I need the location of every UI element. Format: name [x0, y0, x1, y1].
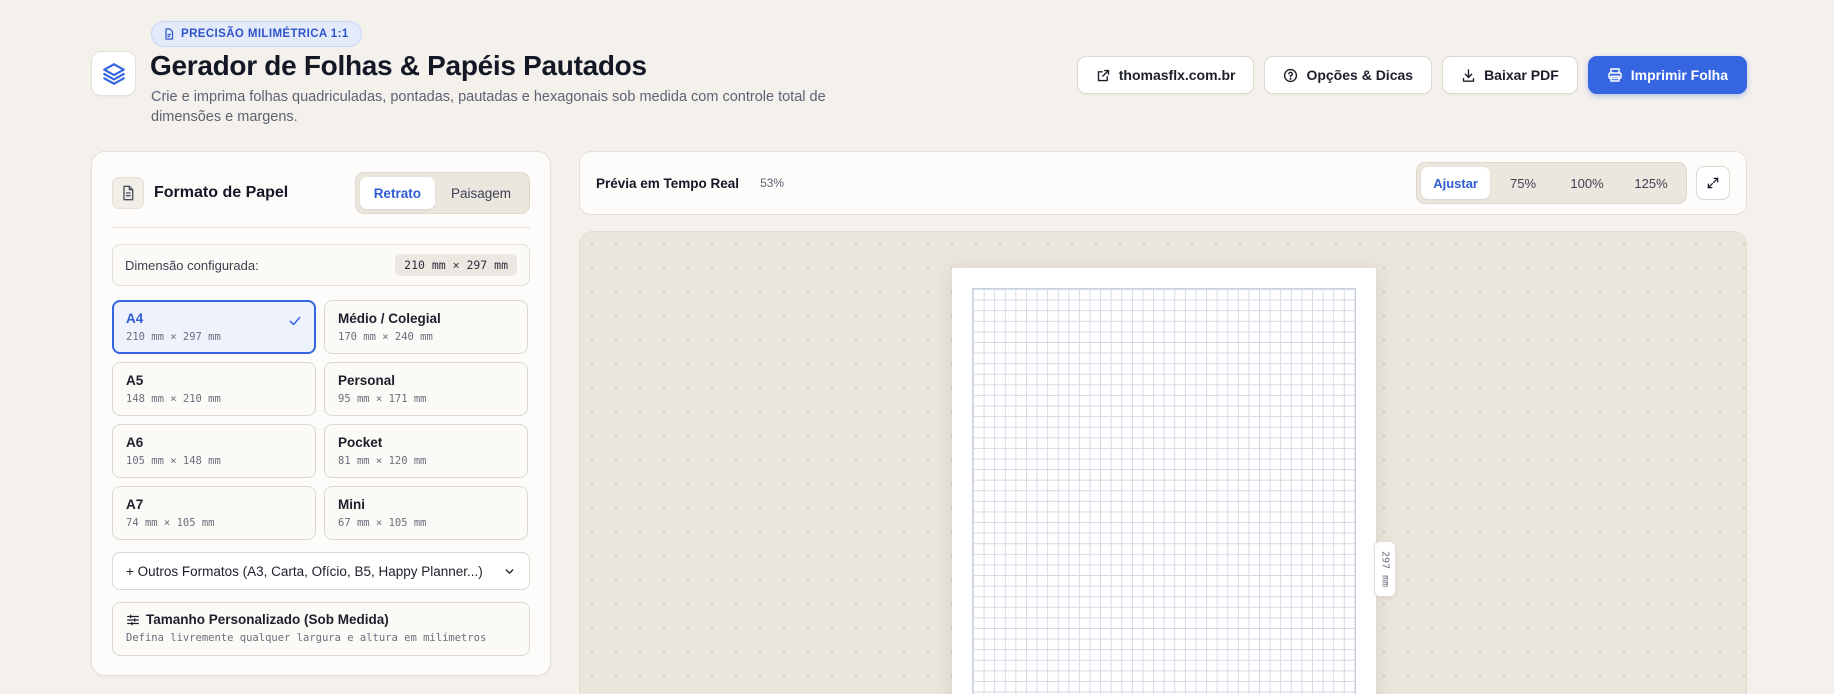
grid-pattern — [972, 288, 1356, 694]
landscape-button[interactable]: Paisagem — [437, 177, 525, 209]
panel-title: Formato de Papel — [154, 184, 289, 201]
document-icon-box — [112, 177, 144, 209]
precision-badge: PRECISÃO MILIMÉTRICA 1:1 — [151, 21, 362, 47]
custom-size-title: Tamanho Personalizado (Sob Medida) — [146, 612, 389, 627]
format-dims: 105 mm × 148 mm — [126, 455, 221, 467]
preview-toolbar: Prévia em Tempo Real 53% Ajustar 75% 100… — [579, 151, 1747, 215]
header-actions: thomasflx.com.br Opções & Dicas Baixar P… — [1076, 56, 1747, 94]
badge-label: PRECISÃO MILIMÉTRICA 1:1 — [181, 28, 349, 40]
more-formats-label: + Outros Formatos (A3, Carta, Ofício, B5… — [126, 563, 483, 579]
format-name: A7 — [126, 497, 144, 512]
preview-title: Prévia em Tempo Real — [596, 175, 740, 191]
chevron-down-icon — [505, 568, 514, 574]
external-link-icon — [1097, 69, 1109, 81]
tips-button[interactable]: Opções & Dicas — [1264, 56, 1433, 94]
panel-header: Formato de Papel Retrato Paisagem — [112, 172, 530, 214]
format-dims: 74 mm × 105 mm — [126, 517, 215, 529]
format-dims: 210 mm × 297 mm — [126, 331, 221, 343]
format-card-a6[interactable]: A6 105 mm × 148 mm — [112, 424, 316, 478]
format-dims: 81 mm × 120 mm — [338, 455, 427, 467]
sliders-icon — [127, 614, 139, 625]
more-formats-select[interactable]: + Outros Formatos (A3, Carta, Ofício, B5… — [112, 552, 530, 590]
format-name: Pocket — [338, 435, 383, 450]
file-icon — [165, 28, 174, 40]
custom-size-option[interactable]: Tamanho Personalizado (Sob Medida) Defin… — [112, 602, 530, 656]
format-card-personal[interactable]: Personal 95 mm × 171 mm — [324, 362, 528, 416]
preview-canvas: 297 mm — [579, 231, 1747, 694]
help-circle-icon — [1284, 68, 1298, 82]
format-card-a7[interactable]: A7 74 mm × 105 mm — [112, 486, 316, 540]
portrait-button[interactable]: Retrato — [359, 177, 435, 209]
page-title: Gerador de Folhas & Papéis Pautados — [150, 50, 647, 81]
zoom-75-button[interactable]: 75% — [1492, 167, 1554, 199]
format-name: A5 — [126, 373, 144, 388]
divider — [112, 227, 530, 228]
dimension-label: Dimensão configurada: — [125, 257, 259, 273]
tips-label: Opções & Dicas — [1306, 67, 1414, 83]
orientation-toggle: Retrato Paisagem — [354, 172, 530, 214]
format-dims: 95 mm × 171 mm — [338, 393, 427, 405]
download-pdf-button[interactable]: Baixar PDF — [1442, 56, 1578, 94]
format-name: A6 — [126, 435, 144, 450]
site-link-label: thomasflx.com.br — [1118, 67, 1236, 83]
zoom-percent: 53% — [760, 176, 785, 190]
site-link-button[interactable]: thomasflx.com.br — [1076, 56, 1255, 94]
sheet-height-label: 297 mm — [1374, 541, 1396, 597]
format-dims: 170 mm × 240 mm — [338, 331, 433, 343]
fullscreen-button[interactable] — [1696, 166, 1730, 200]
print-button[interactable]: Imprimir Folha — [1587, 56, 1747, 94]
expand-icon — [1707, 177, 1719, 189]
format-card-mini[interactable]: Mini 67 mm × 105 mm — [324, 486, 528, 540]
format-dims: 148 mm × 210 mm — [126, 393, 221, 405]
layers-icon — [102, 62, 125, 85]
format-card-a5[interactable]: A5 148 mm × 210 mm — [112, 362, 316, 416]
print-label: Imprimir Folha — [1630, 67, 1728, 83]
format-name: Médio / Colegial — [338, 311, 441, 326]
height-label-text: 297 mm — [1379, 550, 1391, 588]
download-label: Baixar PDF — [1484, 67, 1559, 83]
format-card-medio-colegial[interactable]: Médio / Colegial 170 mm × 240 mm — [324, 300, 528, 354]
format-grid: A4 210 mm × 297 mm Médio / Colegial 170 … — [112, 300, 530, 540]
custom-size-description: Defina livremente qualquer largura e alt… — [126, 632, 487, 644]
format-name: Personal — [338, 373, 396, 388]
paper-sheet — [952, 268, 1376, 694]
page-subtitle: Crie e imprima folhas quadriculadas, pon… — [151, 89, 826, 125]
check-icon — [289, 316, 301, 326]
format-name: A4 — [126, 311, 144, 326]
document-icon — [123, 185, 134, 201]
zoom-125-button[interactable]: 125% — [1620, 167, 1682, 199]
configured-dimension: Dimensão configurada: 210 mm × 297 mm — [112, 244, 530, 286]
zoom-options: Ajustar 75% 100% 125% — [1416, 162, 1687, 204]
format-card-pocket[interactable]: Pocket 81 mm × 120 mm — [324, 424, 528, 478]
format-dims: 67 mm × 105 mm — [338, 517, 427, 529]
printer-icon — [1608, 68, 1622, 82]
paper-format-panel: Formato de Papel Retrato Paisagem Dimens… — [91, 151, 551, 676]
format-name: Mini — [338, 497, 365, 512]
format-card-a4[interactable]: A4 210 mm × 297 mm — [112, 300, 316, 354]
download-icon — [1462, 68, 1475, 82]
dimension-value: 210 mm × 297 mm — [395, 254, 517, 276]
zoom-fit-button[interactable]: Ajustar — [1421, 167, 1490, 199]
zoom-100-button[interactable]: 100% — [1556, 167, 1618, 199]
app-logo — [91, 51, 136, 96]
